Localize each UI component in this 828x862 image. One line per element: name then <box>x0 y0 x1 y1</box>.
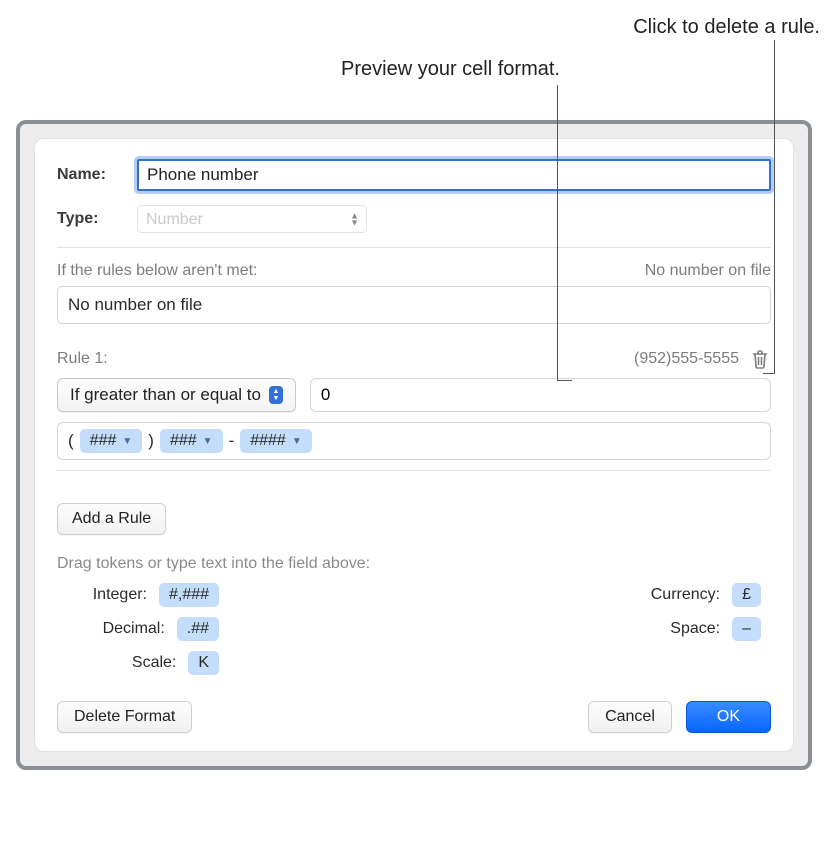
decimal-label: Decimal: <box>85 620 165 638</box>
space-token[interactable]: – <box>732 617 761 641</box>
custom-format-dialog: Name: Type: Number ▲▼ If the rules below… <box>34 138 794 752</box>
fallback-caption-row: If the rules below aren't met: No number… <box>57 262 771 280</box>
space-label: Space: <box>640 620 720 638</box>
type-row: Type: Number ▲▼ <box>57 205 771 233</box>
scale-label: Scale: <box>96 654 176 672</box>
divider <box>57 247 771 248</box>
scale-token[interactable]: K <box>188 651 219 675</box>
rule-condition-label: If greater than or equal to <box>70 385 261 405</box>
integer-label: Integer: <box>67 586 147 604</box>
type-select[interactable]: Number <box>137 205 367 233</box>
drag-hint: Drag tokens or type text into the field … <box>57 555 771 573</box>
name-label: Name: <box>57 166 137 184</box>
trash-icon <box>751 349 769 369</box>
literal-dash: - <box>229 431 235 451</box>
token-palette: Integer: #,### Decimal: .## Scale: K <box>57 583 771 675</box>
dialog-frame: Name: Type: Number ▲▼ If the rules below… <box>16 120 812 770</box>
literal-open-paren: ( <box>68 431 74 451</box>
fallback-caption: If the rules below aren't met: <box>57 262 257 280</box>
delete-format-button[interactable]: Delete Format <box>57 701 192 733</box>
digits-token[interactable]: #### ▼ <box>240 429 312 453</box>
updown-icon: ▲▼ <box>269 386 283 404</box>
name-input[interactable] <box>137 159 771 191</box>
fallback-input[interactable] <box>57 286 771 324</box>
integer-token[interactable]: #,### <box>159 583 219 607</box>
digits-token[interactable]: ### ▼ <box>160 429 223 453</box>
literal-close-paren: ) <box>148 431 154 451</box>
rule-1-preview: (952)555-5555 <box>634 350 739 368</box>
rule-1: Rule 1: (952)555-5555 <box>57 348 771 460</box>
chevron-down-icon: ▼ <box>292 436 302 447</box>
callout-delete-rule: Click to delete a rule. <box>633 16 820 39</box>
rule-value-input[interactable] <box>310 378 771 412</box>
divider <box>57 470 771 471</box>
cancel-button[interactable]: Cancel <box>588 701 672 733</box>
callout-area: Click to delete a rule. Preview your cel… <box>0 0 828 120</box>
rule-format-field[interactable]: ( ### ▼ ) ### ▼ - #### ▼ <box>57 422 771 460</box>
ok-button[interactable]: OK <box>686 701 771 733</box>
rule-condition-dropdown[interactable]: If greater than or equal to ▲▼ <box>57 378 296 412</box>
name-row: Name: <box>57 159 771 191</box>
rule-1-title: Rule 1: <box>57 350 108 368</box>
callout-leader <box>557 380 572 381</box>
callout-leader <box>557 85 558 380</box>
fallback-preview: No number on file <box>645 262 771 280</box>
digits-token[interactable]: ### ▼ <box>80 429 143 453</box>
chevron-down-icon: ▼ <box>122 436 132 447</box>
chevron-down-icon: ▼ <box>203 436 213 447</box>
callout-preview: Preview your cell format. <box>341 58 560 81</box>
currency-token[interactable]: £ <box>732 583 761 607</box>
delete-rule-button[interactable] <box>749 348 771 370</box>
add-rule-button[interactable]: Add a Rule <box>57 503 166 535</box>
callout-leader <box>763 373 775 374</box>
type-label: Type: <box>57 210 137 228</box>
callout-leader <box>774 40 775 373</box>
decimal-token[interactable]: .## <box>177 617 219 641</box>
currency-label: Currency: <box>640 586 720 604</box>
